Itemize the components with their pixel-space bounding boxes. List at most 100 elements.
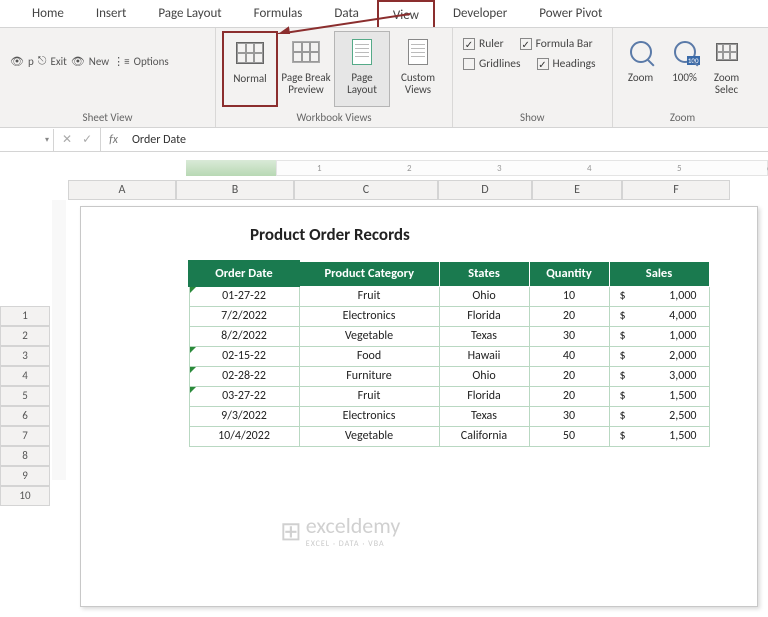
- table-cell[interactable]: 7/2/2022: [189, 306, 299, 326]
- table-cell[interactable]: 50: [529, 426, 609, 446]
- cancel-icon[interactable]: ✕: [62, 132, 72, 147]
- table-header[interactable]: States: [439, 261, 529, 286]
- row-header-7[interactable]: 7: [0, 426, 50, 446]
- table-cell[interactable]: 01-27-22: [189, 286, 299, 306]
- tab-view[interactable]: View: [377, 0, 435, 27]
- tab-home[interactable]: Home: [18, 0, 78, 27]
- col-header-B[interactable]: B: [176, 180, 294, 200]
- table-cell[interactable]: 1,500: [609, 426, 709, 446]
- vertical-ruler[interactable]: [52, 200, 66, 480]
- table-cell[interactable]: 03-27-22: [189, 386, 299, 406]
- page-break-preview-button[interactable]: Page Break Preview: [278, 31, 334, 107]
- tab-formulas[interactable]: Formulas: [240, 0, 317, 27]
- col-header-E[interactable]: E: [532, 180, 622, 200]
- table-cell[interactable]: 02-28-22: [189, 366, 299, 386]
- table-cell[interactable]: 20: [529, 306, 609, 326]
- table-cell[interactable]: 1,000: [609, 326, 709, 346]
- row-header-8[interactable]: 8: [0, 446, 50, 466]
- zoom-button[interactable]: Zoom: [619, 31, 663, 107]
- table-cell[interactable]: 30: [529, 326, 609, 346]
- table-cell[interactable]: 1,500: [609, 386, 709, 406]
- table-cell[interactable]: Hawaii: [439, 346, 529, 366]
- table-cell[interactable]: Ohio: [439, 286, 529, 306]
- ruler-checkbox[interactable]: ✓Ruler: [463, 37, 504, 51]
- col-header-D[interactable]: D: [438, 180, 532, 200]
- gridlines-checkbox[interactable]: Gridlines: [463, 57, 521, 71]
- page-layout-icon: [346, 36, 378, 68]
- table-cell[interactable]: 10: [529, 286, 609, 306]
- table-cell[interactable]: 2,000: [609, 346, 709, 366]
- zoom-selection-button[interactable]: Zoom Selec: [707, 31, 747, 107]
- table-cell[interactable]: Vegetable: [299, 326, 439, 346]
- zoom-100-icon: 100: [669, 36, 701, 68]
- group-show: ✓Ruler ✓Formula Bar Gridlines ✓Headings …: [453, 28, 613, 127]
- ribbon-tabs: HomeInsertPage LayoutFormulasDataViewDev…: [0, 0, 768, 28]
- table-header[interactable]: Order Date: [189, 261, 299, 286]
- table-cell[interactable]: Food: [299, 346, 439, 366]
- table-cell[interactable]: 02-15-22: [189, 346, 299, 366]
- table-cell[interactable]: California: [439, 426, 529, 446]
- table-cell[interactable]: 9/3/2022: [189, 406, 299, 426]
- grid-icon: [234, 37, 266, 69]
- col-header-C[interactable]: C: [294, 180, 438, 200]
- table-cell[interactable]: 40: [529, 346, 609, 366]
- table-row: 02-15-22FoodHawaii402,000: [189, 346, 709, 366]
- group-label-zoom: Zoom: [619, 109, 747, 127]
- row-header-1[interactable]: 1: [0, 306, 50, 326]
- table-cell[interactable]: 2,500: [609, 406, 709, 426]
- col-header-A[interactable]: A: [68, 180, 176, 200]
- headings-checkbox[interactable]: ✓Headings: [537, 57, 596, 71]
- table-cell[interactable]: Electronics: [299, 406, 439, 426]
- group-workbook-views: Normal Page Break Preview Page Layout Cu…: [216, 28, 453, 127]
- name-box[interactable]: [0, 129, 54, 151]
- table-cell[interactable]: 3,000: [609, 366, 709, 386]
- table-cell[interactable]: Texas: [439, 406, 529, 426]
- tab-page-layout[interactable]: Page Layout: [144, 0, 235, 27]
- table-header[interactable]: Product Category: [299, 261, 439, 286]
- formula-input[interactable]: Order Date: [126, 133, 768, 147]
- sheet-view-exit[interactable]: ⎋Exit: [38, 51, 67, 71]
- table-cell[interactable]: 30: [529, 406, 609, 426]
- row-header-5[interactable]: 5: [0, 386, 50, 406]
- zoom-100-button[interactable]: 100 100%: [663, 31, 707, 107]
- sheet-view-options[interactable]: ⋮≡Options: [113, 51, 169, 71]
- table-cell[interactable]: Vegetable: [299, 426, 439, 446]
- table-cell[interactable]: Texas: [439, 326, 529, 346]
- table-cell[interactable]: Florida: [439, 386, 529, 406]
- tab-insert[interactable]: Insert: [82, 0, 141, 27]
- table-cell[interactable]: 10/4/2022: [189, 426, 299, 446]
- table-cell[interactable]: Florida: [439, 306, 529, 326]
- table-header[interactable]: Quantity: [529, 261, 609, 286]
- row-header-6[interactable]: 6: [0, 406, 50, 426]
- table-cell[interactable]: Fruit: [299, 386, 439, 406]
- fx-icon[interactable]: fx: [101, 133, 126, 147]
- table-cell[interactable]: 8/2/2022: [189, 326, 299, 346]
- normal-view-button[interactable]: Normal: [222, 31, 278, 107]
- table-cell[interactable]: 20: [529, 386, 609, 406]
- enter-icon[interactable]: ✓: [82, 132, 92, 147]
- row-header-9[interactable]: 9: [0, 466, 50, 486]
- tab-power-pivot[interactable]: Power Pivot: [525, 0, 616, 27]
- table-cell[interactable]: Ohio: [439, 366, 529, 386]
- table-cell[interactable]: 20: [529, 366, 609, 386]
- custom-views-button[interactable]: Custom Views: [390, 31, 446, 107]
- row-header-2[interactable]: 2: [0, 326, 50, 346]
- row-headers: 12345678910: [0, 200, 50, 506]
- page-layout-button[interactable]: Page Layout: [334, 31, 390, 107]
- table-header[interactable]: Sales: [609, 261, 709, 286]
- table-cell[interactable]: Electronics: [299, 306, 439, 326]
- tab-developer[interactable]: Developer: [439, 0, 521, 27]
- tab-data[interactable]: Data: [320, 0, 373, 27]
- row-header-4[interactable]: 4: [0, 366, 50, 386]
- formula-bar-checkbox[interactable]: ✓Formula Bar: [520, 37, 593, 51]
- col-header-F[interactable]: F: [622, 180, 730, 200]
- sheet-view-new[interactable]: 👁New: [71, 51, 109, 71]
- sheet-view-keep[interactable]: 👁p: [10, 51, 34, 71]
- table-cell[interactable]: Furniture: [299, 366, 439, 386]
- table-cell[interactable]: Fruit: [299, 286, 439, 306]
- row-header-3[interactable]: 3: [0, 346, 50, 366]
- row-header-10[interactable]: 10: [0, 486, 50, 506]
- table-cell[interactable]: 1,000: [609, 286, 709, 306]
- horizontal-ruler[interactable]: 123456: [68, 160, 768, 178]
- table-cell[interactable]: 4,000: [609, 306, 709, 326]
